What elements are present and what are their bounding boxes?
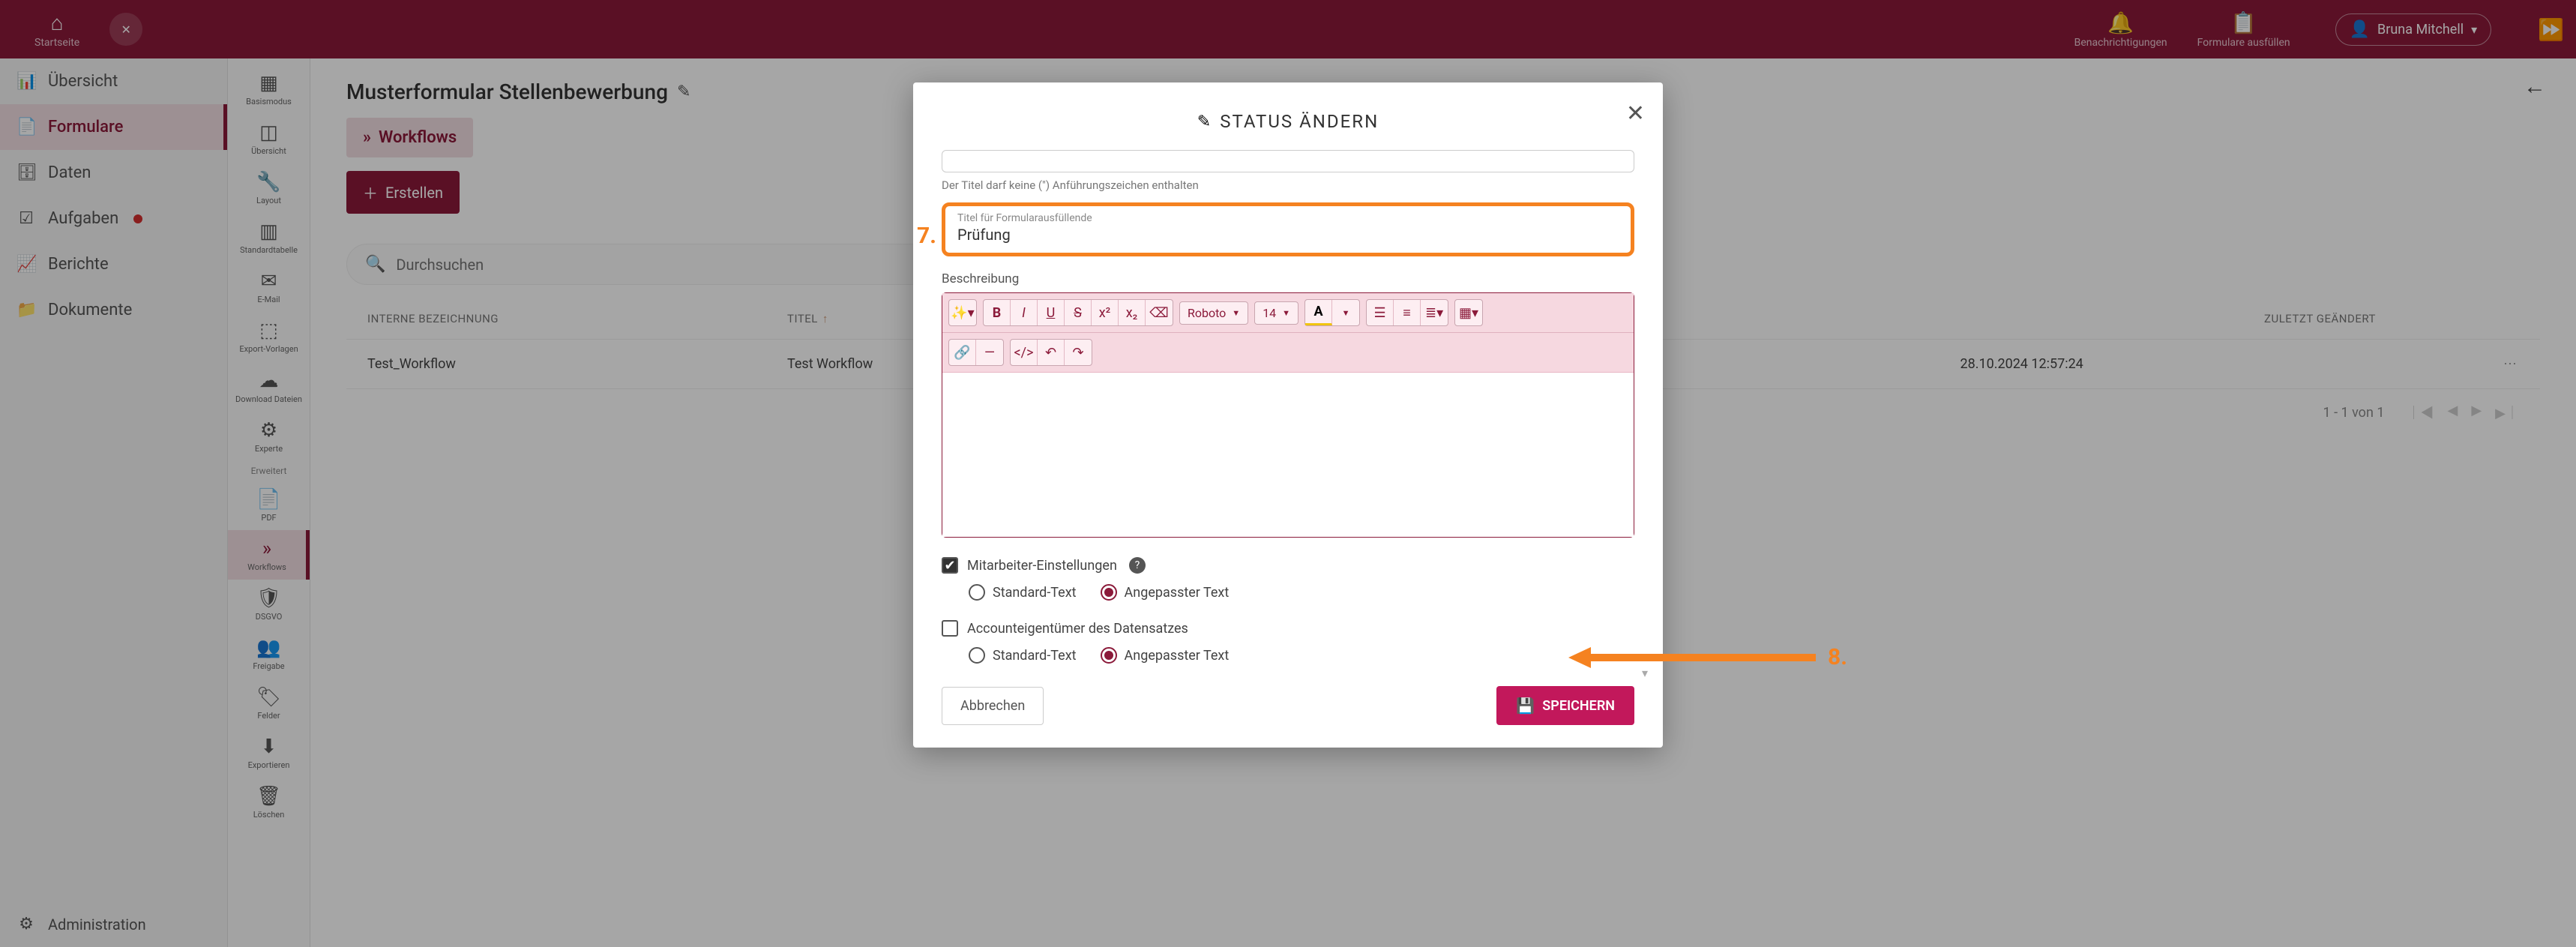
code-view-icon[interactable]: </> [1011, 340, 1038, 365]
employee-settings-checkbox[interactable]: ✔ [942, 557, 958, 574]
hr-icon[interactable]: — [976, 340, 1003, 365]
modal-title: STATUS ÄNDERN [1220, 111, 1379, 132]
employee-radio-standard[interactable]: Standard-Text [969, 584, 1077, 601]
bold-icon[interactable]: B [984, 300, 1011, 325]
employee-radio-custom[interactable]: Angepasster Text [1101, 584, 1230, 601]
owner-radio-row: Standard-Text Angepasster Text 8. [969, 647, 1634, 664]
align-icon[interactable]: ≣▾ [1421, 300, 1448, 325]
help-icon[interactable]: ? [1129, 557, 1146, 574]
redo-icon[interactable]: ↷ [1065, 340, 1092, 365]
radio-checked-icon [1101, 584, 1117, 601]
radio-icon [969, 647, 985, 664]
title-for-fillers-value: Prüfung [957, 226, 1619, 244]
save-button-label: SPEICHERN [1542, 698, 1615, 714]
font-family-value: Roboto [1188, 306, 1226, 320]
rich-text-editor: ✨▾ B I U S x² x₂ ⌫ Roboto ▼ 14 ▼ A ▼ ☰ [942, 292, 1634, 538]
pencil-icon: ✎ [1197, 112, 1211, 131]
list-ul-icon[interactable]: ☰ [1367, 300, 1394, 325]
employee-radio-row: Standard-Text Angepasster Text [969, 584, 1634, 601]
account-owner-row: Accounteigentümer des Datensatzes [942, 620, 1634, 637]
table-icon[interactable]: ▦▾ [1455, 300, 1482, 325]
close-icon[interactable]: ✕ [1626, 100, 1645, 127]
employee-settings-row: ✔ Mitarbeiter-Einstellungen ? [942, 557, 1634, 574]
strike-icon[interactable]: S [1065, 300, 1092, 325]
status-modal: ✕ ✎ STATUS ÄNDERN Der Titel darf keine (… [913, 82, 1663, 748]
title-for-fillers-label: Titel für Formularausfüllende [957, 212, 1619, 224]
text-color-dropdown-icon[interactable]: ▼ [1332, 300, 1359, 325]
radio-icon [969, 584, 985, 601]
owner-radio-custom[interactable]: Angepasster Text [1101, 647, 1230, 664]
chevron-down-icon: ▼ [1232, 308, 1240, 318]
save-button[interactable]: 💾 SPEICHERN [1496, 686, 1634, 725]
rte-toolbar-2: 🔗 — </> ↶ ↷ [942, 333, 1634, 372]
cancel-button[interactable]: Abbrechen [942, 687, 1044, 725]
subscript-icon[interactable]: x₂ [1119, 300, 1146, 325]
annotation-8-arrow: 8. [1568, 644, 1847, 670]
annotation-8: 8. [1828, 644, 1847, 670]
title-for-fillers-field[interactable]: 7. Titel für Formularausfüllende Prüfung [942, 202, 1634, 256]
account-owner-checkbox[interactable] [942, 620, 958, 637]
font-size-select[interactable]: 14 ▼ [1254, 301, 1298, 325]
scroll-down-icon[interactable]: ▾ [1642, 666, 1648, 680]
account-owner-label: Accounteigentümer des Datensatzes [967, 621, 1188, 637]
underline-icon[interactable]: U [1038, 300, 1065, 325]
description-label: Beschreibung [942, 271, 1634, 286]
link-icon[interactable]: 🔗 [949, 340, 976, 365]
wand-icon[interactable]: ✨▾ [949, 300, 976, 325]
title-hint: Der Titel darf keine (") Anführungszeich… [942, 178, 1634, 192]
font-size-value: 14 [1263, 306, 1276, 320]
text-color-icon[interactable]: A [1305, 300, 1332, 325]
radio-checked-icon [1101, 647, 1117, 664]
rte-toolbar: ✨▾ B I U S x² x₂ ⌫ Roboto ▼ 14 ▼ A ▼ ☰ [942, 293, 1634, 333]
italic-icon[interactable]: I [1011, 300, 1038, 325]
employee-settings-label: Mitarbeiter-Einstellungen [967, 558, 1117, 574]
save-icon: 💾 [1516, 697, 1535, 715]
title-field-truncated[interactable] [942, 150, 1634, 172]
radio-standard-label-2: Standard-Text [993, 648, 1077, 664]
list-ol-icon[interactable]: ≡ [1394, 300, 1421, 325]
radio-custom-label-2: Angepasster Text [1125, 648, 1230, 664]
radio-custom-label: Angepasster Text [1125, 585, 1230, 601]
clear-format-icon[interactable]: ⌫ [1146, 300, 1173, 325]
font-family-select[interactable]: Roboto ▼ [1179, 301, 1248, 325]
superscript-icon[interactable]: x² [1092, 300, 1119, 325]
owner-radio-standard[interactable]: Standard-Text [969, 647, 1077, 664]
rte-body[interactable] [942, 372, 1634, 537]
chevron-down-icon: ▼ [1282, 308, 1290, 318]
annotation-7: 7. [917, 223, 936, 249]
radio-standard-label: Standard-Text [993, 585, 1077, 601]
undo-icon[interactable]: ↶ [1038, 340, 1065, 365]
